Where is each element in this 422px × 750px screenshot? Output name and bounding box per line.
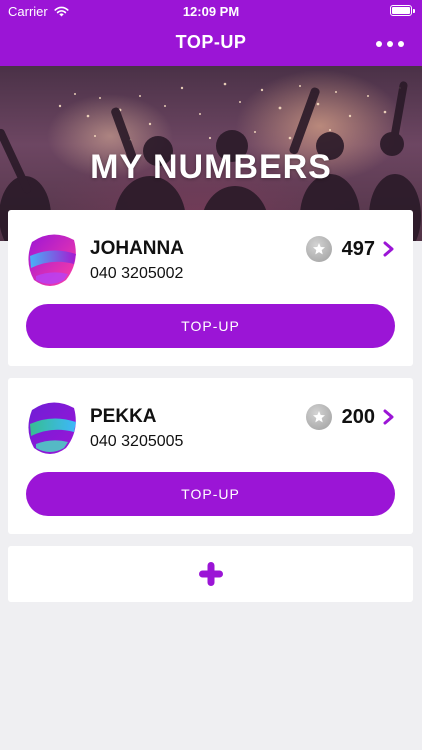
points-value: 200 bbox=[341, 405, 375, 428]
topup-button[interactable]: TOP-UP bbox=[26, 304, 395, 348]
more-menu-button[interactable] bbox=[376, 35, 404, 53]
chevron-right-icon bbox=[383, 409, 394, 425]
contact-name: PEKKA bbox=[90, 406, 157, 427]
telia-logo-icon bbox=[28, 402, 76, 454]
status-bar: Carrier 12:09 PM bbox=[0, 0, 422, 22]
topup-button[interactable]: TOP-UP bbox=[26, 472, 395, 516]
phone-number: 040 3205005 bbox=[90, 433, 184, 450]
contact-name: JOHANNA bbox=[90, 238, 184, 259]
number-card: PEKKA 040 3205005 200 TOP-UP bbox=[8, 378, 413, 534]
nav-bar: TOP-UP bbox=[0, 22, 422, 66]
chevron-right-icon bbox=[383, 241, 394, 257]
page-title: TOP-UP bbox=[175, 32, 247, 52]
battery-icon bbox=[390, 5, 415, 16]
more-dot-icon bbox=[398, 41, 404, 47]
star-badge-icon bbox=[305, 236, 332, 262]
phone-number: 040 3205002 bbox=[90, 265, 184, 282]
add-number-button[interactable] bbox=[8, 546, 413, 602]
points-link[interactable]: 200 bbox=[305, 404, 395, 430]
hero-title: MY NUMBERS bbox=[90, 148, 332, 186]
more-dot-icon bbox=[376, 41, 382, 47]
status-time: 12:09 PM bbox=[182, 4, 240, 19]
points-value: 497 bbox=[341, 237, 375, 260]
star-badge-icon bbox=[305, 404, 332, 430]
plus-icon bbox=[198, 562, 223, 586]
telia-logo-icon bbox=[28, 234, 76, 286]
number-card: JOHANNA 040 3205002 497 TOP-UP bbox=[8, 210, 413, 366]
more-dot-icon bbox=[387, 41, 393, 47]
points-link[interactable]: 497 bbox=[305, 236, 395, 262]
